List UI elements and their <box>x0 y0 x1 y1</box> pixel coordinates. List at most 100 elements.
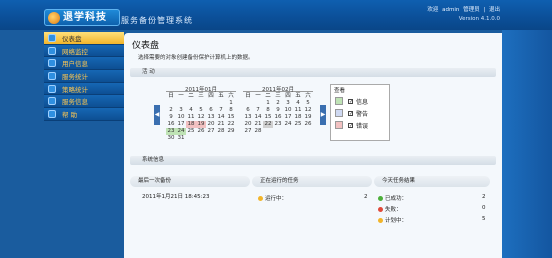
calendar-day[interactable]: 27 <box>206 128 216 135</box>
legend-label: 信息 <box>356 98 369 106</box>
warning-swatch <box>335 109 343 117</box>
user-icon <box>48 59 56 68</box>
calendar-day[interactable]: 1 <box>226 100 236 107</box>
calendar-day[interactable]: 18 <box>293 114 303 121</box>
result-scheduled-count: 5 <box>482 216 486 222</box>
calendar-empty-cell <box>253 100 263 107</box>
right-edge-decoration <box>502 30 552 258</box>
calendar-day[interactable]: 23 <box>273 121 283 128</box>
result-label: 已成功： <box>385 196 408 202</box>
company-logo: 退学科技 <box>44 9 120 26</box>
calendar-day[interactable]: 26 <box>196 128 206 135</box>
calendar-day[interactable]: 9 <box>166 114 176 121</box>
calendar-day[interactable]: 7 <box>253 107 263 114</box>
calendar-day[interactable]: 3 <box>176 107 186 114</box>
calendar-day[interactable]: 5 <box>196 107 206 114</box>
calendar-day[interactable]: 15 <box>263 114 273 121</box>
legend-item-info: ✓ 信息 <box>331 95 389 107</box>
sidebar-item-service-stats[interactable]: 服务统计 <box>44 70 124 83</box>
last-backup-header: 最后一次备份 <box>130 176 250 187</box>
calendar-day[interactable]: 21 <box>253 121 263 128</box>
failed-icon <box>378 207 383 212</box>
calendar-day[interactable]: 27 <box>243 128 253 135</box>
calendar-day[interactable]: 10 <box>283 107 293 114</box>
calendar-day[interactable]: 30 <box>166 135 176 142</box>
stats-icon <box>48 71 56 80</box>
calendar-day[interactable]: 7 <box>216 107 226 114</box>
calendar-day[interactable]: 11 <box>293 107 303 114</box>
calendar-day[interactable]: 24 <box>176 128 186 135</box>
calendar-day[interactable]: 4 <box>186 107 196 114</box>
legend-label: 警告 <box>356 110 369 118</box>
calendar-day[interactable]: 23 <box>166 128 176 135</box>
service-icon <box>48 97 56 106</box>
weekday-header: 一 <box>255 93 261 99</box>
calendar-day[interactable]: 31 <box>176 135 186 142</box>
result-failed: 失败： <box>378 205 402 213</box>
calendar-day[interactable]: 8 <box>226 107 236 114</box>
sidebar-item-service-info[interactable]: 服务信息 <box>44 95 124 109</box>
calendar-prev-button[interactable]: ◀ <box>154 105 160 125</box>
calendar-day[interactable]: 5 <box>303 100 313 107</box>
sidebar-item-dashboard[interactable]: 仪表盘 <box>44 32 124 45</box>
calendar-day[interactable]: 9 <box>273 107 283 114</box>
calendar-day[interactable]: 13 <box>243 114 253 121</box>
calendar-day[interactable]: 29 <box>226 128 236 135</box>
calendar-day[interactable]: 2 <box>166 107 176 114</box>
weekday-header: 二 <box>188 93 194 99</box>
calendar-day[interactable]: 26 <box>303 121 313 128</box>
calendar-day[interactable]: 18 <box>186 121 196 128</box>
calendar-day[interactable]: 8 <box>263 107 273 114</box>
calendar-day[interactable]: 6 <box>243 107 253 114</box>
weekday-header: 一 <box>178 93 184 99</box>
policy-icon <box>48 84 56 93</box>
calendar-day[interactable]: 12 <box>303 107 313 114</box>
calendar-day[interactable]: 19 <box>196 121 206 128</box>
logo-mark-icon <box>48 12 60 24</box>
calendar-day[interactable]: 11 <box>186 114 196 121</box>
calendar-day[interactable]: 4 <box>293 100 303 107</box>
sidebar-item-user-info[interactable]: 用户信息 <box>44 57 124 71</box>
calendar-day[interactable]: 22 <box>263 121 273 128</box>
calendar-day[interactable]: 20 <box>243 121 253 128</box>
calendar-day[interactable]: 20 <box>206 121 216 128</box>
info-checkbox[interactable]: ✓ <box>348 98 353 104</box>
calendar-day[interactable]: 19 <box>303 114 313 121</box>
error-checkbox[interactable]: ✓ <box>348 122 353 128</box>
calendar-day[interactable]: 21 <box>216 121 226 128</box>
logout-link[interactable]: 退出 <box>489 7 500 13</box>
calendar-day[interactable]: 14 <box>253 114 263 121</box>
warning-checkbox[interactable]: ✓ <box>348 110 353 116</box>
calendar-day[interactable]: 25 <box>186 128 196 135</box>
sidebar-item-policy-stats[interactable]: 策略统计 <box>44 82 124 96</box>
calendar-day[interactable]: 1 <box>263 100 273 107</box>
calendar-day[interactable]: 22 <box>226 121 236 128</box>
calendar-day[interactable]: 6 <box>206 107 216 114</box>
calendar-day[interactable]: 17 <box>283 114 293 121</box>
calendar-day[interactable]: 24 <box>283 121 293 128</box>
calendar-grid: 日一二三四五六 1 2 3 4 5 6 7 8 9 10 11 12 13 14 15 16 17 18 19 20 21… <box>243 93 313 135</box>
calendar-day[interactable]: 16 <box>273 114 283 121</box>
calendar-empty-cell <box>206 100 216 107</box>
calendar-day[interactable]: 10 <box>176 114 186 121</box>
calendar-day[interactable]: 28 <box>253 128 263 135</box>
success-icon <box>378 196 383 201</box>
calendar-next-button[interactable]: ▶ <box>320 105 326 125</box>
sidebar-item-help[interactable]: 帮 助 <box>44 108 124 121</box>
calendar-day[interactable]: 25 <box>293 121 303 128</box>
sidebar-item-network-monitor[interactable]: 网络监控 <box>44 44 124 58</box>
calendar-day[interactable]: 17 <box>176 121 186 128</box>
result-label: 计划中： <box>385 218 408 224</box>
calendar-day[interactable]: 13 <box>206 114 216 121</box>
calendar-day[interactable]: 3 <box>283 100 293 107</box>
calendar-day[interactable]: 14 <box>216 114 226 121</box>
calendar-day[interactable]: 2 <box>273 100 283 107</box>
calendar-day[interactable]: 28 <box>216 128 226 135</box>
weekday-header: 五 <box>218 93 224 99</box>
weekday-header: 六 <box>228 93 234 99</box>
calendar-day[interactable]: 16 <box>166 121 176 128</box>
calendar-day[interactable]: 12 <box>196 114 206 121</box>
calendar-day[interactable]: 15 <box>226 114 236 121</box>
calendar-empty-cell <box>196 100 206 107</box>
username-text: admin <box>442 7 460 13</box>
